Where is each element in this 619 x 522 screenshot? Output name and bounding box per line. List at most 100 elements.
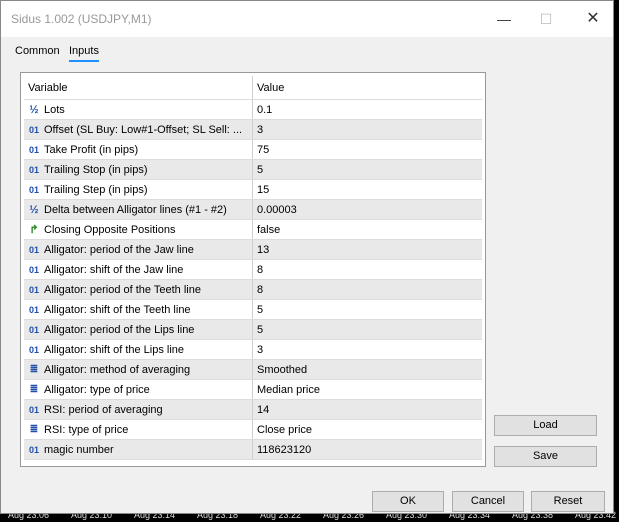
variable-label: Delta between Alligator lines (#1 - #2) [44,204,227,216]
value-cell[interactable]: 15 [253,180,482,199]
variable-cell: ≣ RSI: type of price [24,420,253,439]
integer-icon: 01 [28,245,39,255]
grid-row[interactable]: 01 RSI: period of averaging 14 [24,400,482,420]
variable-label: Offset (SL Buy: Low#1-Offset; SL Sell: .… [44,124,243,136]
variable-label: Trailing Stop (in pips) [44,164,148,176]
value-cell[interactable]: Close price [253,420,482,439]
grid-row[interactable]: 01 Alligator: shift of the Teeth line 5 [24,300,482,320]
grid-row[interactable]: ½ Lots 0.1 [24,100,482,120]
variable-label: Alligator: shift of the Lips line [44,344,185,356]
inputs-grid: Variable Value ½ Lots 0.1 01 Offset (SL Buy:… [20,72,486,467]
grid-row[interactable]: 01 Offset (SL Buy: Low#1-Offset; SL Sell:… [24,120,482,140]
integer-icon: 01 [28,445,39,455]
grid-row[interactable]: ↱ Closing Opposite Positions false [24,220,482,240]
variable-label: Trailing Step (in pips) [44,184,148,196]
expert-properties-dialog: Sidus 1.002 (USDJPY,M1) — ☐ ✕ Common Inp… [0,0,614,514]
title-bar: Sidus 1.002 (USDJPY,M1) — ☐ ✕ [1,1,613,37]
integer-icon: 01 [28,285,39,295]
variable-cell: ½ Lots [24,100,253,119]
value-cell[interactable]: 8 [253,260,482,279]
variable-cell: 01 Alligator: period of the Teeth line [24,280,253,299]
value-cell[interactable]: 75 [253,140,482,159]
variable-label: Alligator: period of the Jaw line [44,244,194,256]
column-header-variable[interactable]: Variable [24,76,253,99]
inputs-grid-body: Variable Value ½ Lots 0.1 01 Offset (SL Buy:… [24,76,482,462]
variable-label: Alligator: shift of the Teeth line [44,304,191,316]
column-header-value[interactable]: Value [253,76,482,99]
grid-row[interactable]: 01 Alligator: shift of the Jaw line 8 [24,260,482,280]
grid-row[interactable]: 01 Alligator: period of the Jaw line 13 [24,240,482,260]
variable-cell: 01 Trailing Step (in pips) [24,180,253,199]
value-cell[interactable]: Median price [253,380,482,399]
variable-cell: 01 Take Profit (in pips) [24,140,253,159]
integer-icon: 01 [28,305,39,315]
grid-row[interactable]: 01 Alligator: period of the Lips line 5 [24,320,482,340]
value-cell[interactable]: 3 [253,340,482,359]
value-cell[interactable]: 5 [253,300,482,319]
grid-row[interactable]: 01 Alligator: shift of the Lips line 3 [24,340,482,360]
integer-icon: 01 [28,125,39,135]
variable-label: Alligator: method of averaging [44,364,191,376]
variable-cell: ↱ Closing Opposite Positions [24,220,253,239]
variable-label: Lots [44,104,65,116]
reset-button[interactable]: Reset [531,491,605,512]
variable-label: Alligator: type of price [44,384,150,396]
grid-row[interactable]: ≣ RSI: type of price Close price [24,420,482,440]
close-icon[interactable]: ✕ [578,7,608,31]
load-button[interactable]: Load [494,415,597,436]
value-cell[interactable]: 0.00003 [253,200,482,219]
maximize-icon[interactable]: ☐ [531,7,561,31]
value-cell[interactable]: 118623120 [253,440,482,459]
cancel-button[interactable]: Cancel [452,491,524,512]
variable-cell: 01 Alligator: period of the Lips line [24,320,253,339]
save-button[interactable]: Save [494,446,597,467]
variable-label: Closing Opposite Positions [44,224,176,236]
value-cell[interactable]: 5 [253,320,482,339]
variable-label: Alligator: period of the Lips line [44,324,195,336]
grid-row[interactable]: 01 Trailing Step (in pips) 15 [24,180,482,200]
variable-label: Alligator: period of the Teeth line [44,284,201,296]
ok-button[interactable]: OK [372,491,444,512]
variable-label: magic number [44,444,114,456]
variable-cell: 01 Alligator: shift of the Lips line [24,340,253,359]
value-cell[interactable]: false [253,220,482,239]
value-cell[interactable]: 5 [253,160,482,179]
grid-row[interactable]: 01 Alligator: period of the Teeth line 8 [24,280,482,300]
integer-icon: 01 [28,405,39,415]
variable-cell: ≣ Alligator: type of price [24,380,253,399]
variable-cell: 01 RSI: period of averaging [24,400,253,419]
integer-icon: 01 [28,325,39,335]
fraction-icon: ½ [29,204,39,216]
value-cell[interactable]: Smoothed [253,360,482,379]
enumeration-icon: ≣ [29,384,39,395]
variable-cell: 01 Alligator: shift of the Jaw line [24,260,253,279]
variable-cell: 01 Offset (SL Buy: Low#1-Offset; SL Sell:… [24,120,253,139]
grid-row[interactable]: 01 Take Profit (in pips) 75 [24,140,482,160]
grid-row[interactable]: 01 Trailing Stop (in pips) 5 [24,160,482,180]
fraction-icon: ½ [29,104,39,116]
variable-cell: 01 Trailing Stop (in pips) [24,160,253,179]
integer-icon: 01 [28,185,39,195]
enumeration-icon: ≣ [29,424,39,435]
tab-common[interactable]: Common [15,45,60,60]
value-cell[interactable]: 3 [253,120,482,139]
value-cell[interactable]: 0.1 [253,100,482,119]
variable-cell: 01 magic number [24,440,253,459]
grid-row[interactable]: ½ Delta between Alligator lines (#1 - #2)… [24,200,482,220]
grid-row[interactable]: 01 magic number 118623120 [24,440,482,460]
minimize-icon[interactable]: — [489,7,519,31]
variable-label: RSI: period of averaging [44,404,163,416]
value-cell[interactable]: 14 [253,400,482,419]
boolean-icon: ↱ [29,224,39,236]
tab-inputs[interactable]: Inputs [69,45,99,62]
window-title: Sidus 1.002 (USDJPY,M1) [11,12,152,26]
grid-row[interactable]: ≣ Alligator: type of price Median price [24,380,482,400]
integer-icon: 01 [28,145,39,155]
integer-icon: 01 [28,165,39,175]
grid-row[interactable]: ≣ Alligator: method of averaging Smoothed [24,360,482,380]
variable-label: Alligator: shift of the Jaw line [44,264,184,276]
variable-cell: 01 Alligator: shift of the Teeth line [24,300,253,319]
variable-cell: ≣ Alligator: method of averaging [24,360,253,379]
value-cell[interactable]: 8 [253,280,482,299]
value-cell[interactable]: 13 [253,240,482,259]
